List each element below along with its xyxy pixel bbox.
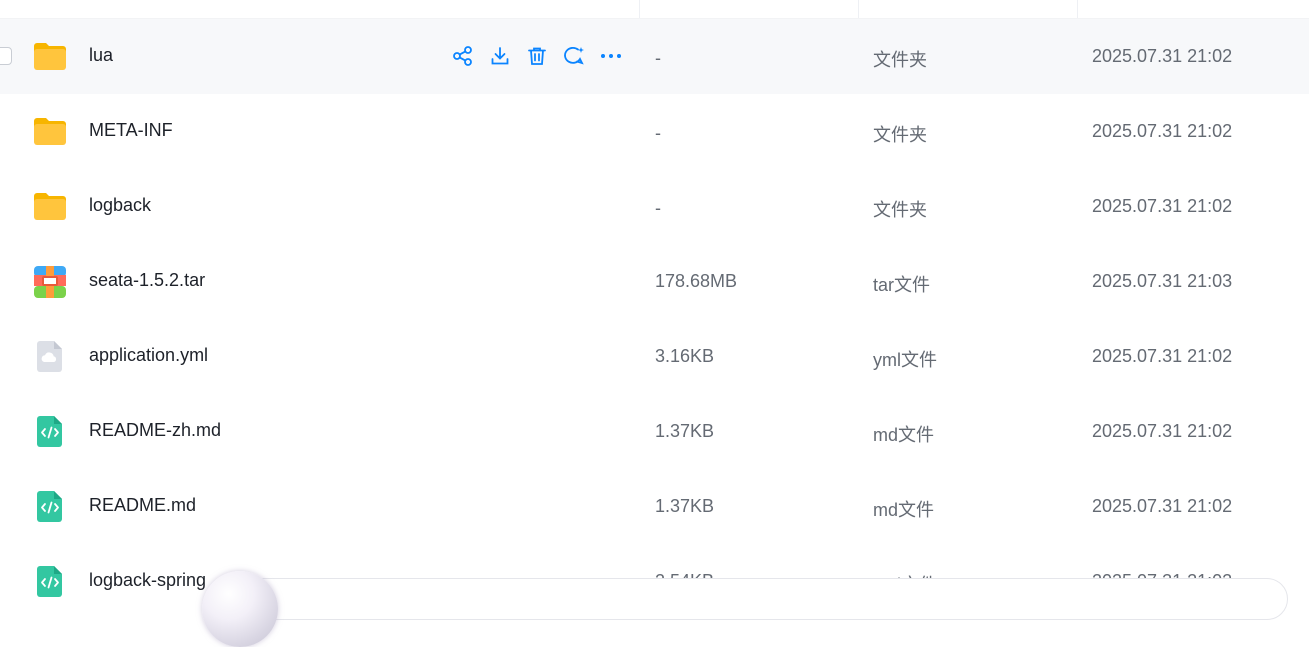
archive-icon — [34, 266, 66, 298]
share-icon[interactable] — [451, 44, 475, 68]
file-type: md文件 — [873, 500, 935, 520]
file-modified: 2025.07.31 21:02 — [1092, 346, 1233, 366]
file-type: 文件夹 — [873, 200, 927, 220]
cloud-file-icon — [37, 341, 62, 372]
column-divider — [639, 0, 640, 18]
column-divider — [1077, 0, 1078, 18]
ai-chat-icon[interactable] — [562, 44, 586, 68]
row-checkbox[interactable] — [0, 47, 12, 65]
table-row[interactable]: META-INF - 文件夹 2025.07.31 21:02 — [0, 94, 1309, 169]
table-header — [0, 0, 1309, 18]
code-file-icon — [37, 416, 62, 447]
code-file-icon — [37, 491, 62, 522]
table-row[interactable]: application.yml 3.16KB yml文件 2025.07.31 … — [0, 319, 1309, 394]
row-actions — [451, 44, 623, 68]
file-modified: 2025.07.31 21:02 — [1092, 496, 1233, 516]
file-size: 178.68MB — [655, 271, 738, 291]
bottom-input-bar[interactable] — [236, 578, 1288, 620]
assistant-orb-icon[interactable] — [202, 571, 278, 647]
table-row[interactable]: seata-1.5.2.tar 178.68MB tar文件 2025.07.3… — [0, 244, 1309, 319]
file-type: yml文件 — [873, 350, 937, 370]
delete-icon[interactable] — [525, 44, 549, 68]
file-modified: 2025.07.31 21:02 — [1092, 196, 1233, 216]
file-name[interactable]: logback-spring — [89, 570, 206, 591]
file-modified: 2025.07.31 21:02 — [1092, 46, 1233, 66]
file-modified: 2025.07.31 21:03 — [1092, 271, 1233, 291]
column-divider — [858, 0, 859, 18]
file-modified: 2025.07.31 21:02 — [1092, 121, 1233, 141]
file-size: 1.37KB — [655, 421, 715, 441]
file-type: md文件 — [873, 425, 935, 445]
file-name[interactable]: logback — [89, 195, 151, 216]
file-name[interactable]: seata-1.5.2.tar — [89, 270, 205, 291]
file-name[interactable]: META-INF — [89, 120, 173, 141]
folder-icon — [34, 118, 66, 145]
table-row[interactable]: lua - 文件夹 2025.07.31 21:02 — [0, 19, 1309, 94]
file-type: tar文件 — [873, 275, 931, 295]
folder-icon — [34, 43, 66, 70]
file-size: 3.16KB — [655, 346, 715, 366]
file-type: 文件夹 — [873, 125, 927, 145]
file-name[interactable]: lua — [89, 45, 113, 66]
file-size: - — [655, 48, 661, 68]
file-type: 文件夹 — [873, 50, 927, 70]
file-name[interactable]: README.md — [89, 495, 196, 516]
file-size: - — [655, 123, 661, 143]
file-name[interactable]: README-zh.md — [89, 420, 221, 441]
folder-icon — [34, 193, 66, 220]
file-size: 1.37KB — [655, 496, 715, 516]
file-name[interactable]: application.yml — [89, 345, 208, 366]
table-row[interactable]: logback - 文件夹 2025.07.31 21:02 — [0, 169, 1309, 244]
download-icon[interactable] — [488, 44, 512, 68]
table-row[interactable]: README.md 1.37KB md文件 2025.07.31 21:02 — [0, 469, 1309, 544]
code-file-icon — [37, 566, 62, 597]
table-row[interactable]: README-zh.md 1.37KB md文件 2025.07.31 21:0… — [0, 394, 1309, 469]
file-size: - — [655, 198, 661, 218]
file-modified: 2025.07.31 21:02 — [1092, 421, 1233, 441]
more-icon[interactable] — [599, 44, 623, 68]
